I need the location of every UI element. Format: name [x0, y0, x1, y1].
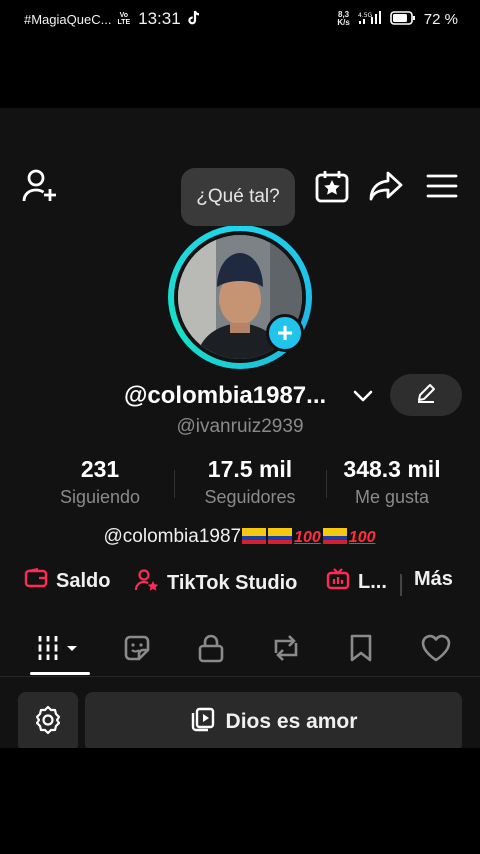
svg-text:4.5G: 4.5G [358, 12, 373, 19]
more-label: Más [414, 568, 453, 590]
net-speed: 8,3 K/s [337, 10, 350, 27]
calendar-star-icon[interactable] [312, 168, 352, 204]
colombia-flag-emoji [268, 528, 293, 544]
tiktok-studio-label: TikTok Studio [167, 571, 298, 594]
stat-value: 348.3 mil [343, 456, 441, 482]
saldo-link[interactable]: Saldo [24, 568, 110, 594]
playlist-label: Dios es amor [225, 710, 358, 733]
status-bubble[interactable]: ¿Qué tal? [181, 168, 295, 226]
wallet-icon [24, 568, 48, 594]
tab-private[interactable] [181, 630, 241, 670]
clock: 13:31 [138, 9, 181, 28]
links-divider [400, 574, 402, 596]
battery-level: 72 % [423, 10, 458, 28]
profile-stats: 231 Siguiendo 17.5 mil Seguidores 348.3 … [0, 456, 480, 512]
status-bar: #MagiaQueC... Vo LTE 13:31 8,3 K/s 4.5G 72… [0, 0, 480, 38]
share-icon[interactable] [366, 168, 406, 204]
stat-value: 17.5 mil [207, 456, 293, 482]
sticker-icon [122, 633, 152, 668]
bookmark-icon [349, 633, 373, 668]
active-tab-indicator [30, 672, 90, 675]
profile-tabs [0, 624, 480, 676]
hundred-points-emoji: 100 [348, 529, 376, 546]
bio-text: @colombia1987 [103, 526, 242, 547]
display-name[interactable]: @colombia1987... [124, 382, 326, 410]
stat-value: 231 [80, 456, 120, 482]
notification-text: #MagiaQueC... [24, 11, 112, 27]
tiktok-notification-icon [187, 10, 201, 29]
tab-videos[interactable] [30, 630, 90, 670]
more-link[interactable]: Más [414, 568, 453, 591]
playlist-button[interactable]: Dios es amor [85, 692, 462, 748]
tiktok-studio-link[interactable]: TikTok Studio [134, 568, 298, 598]
tab-reposts[interactable] [256, 630, 316, 670]
edit-profile-button[interactable] [390, 374, 462, 416]
settings-button[interactable] [18, 692, 78, 748]
chevron-down-icon[interactable] [352, 388, 374, 409]
lock-icon [197, 633, 225, 668]
pencil-icon [415, 382, 437, 409]
heart-icon [420, 634, 452, 667]
tab-favorites[interactable] [331, 630, 391, 670]
colombia-flag-emoji [322, 528, 347, 544]
tab-stickers[interactable] [107, 630, 167, 670]
grid-icon [36, 634, 84, 667]
saldo-label: Saldo [56, 569, 111, 592]
signal-icon: 4.5G [358, 10, 382, 28]
battery-icon [389, 10, 416, 28]
tabs-divider [0, 676, 480, 677]
stat-following[interactable]: 231 Siguiendo [40, 456, 160, 508]
stat-label: Me gusta [354, 487, 430, 507]
live-label: L... [358, 570, 387, 593]
volte-indicator: Vo LTE [117, 12, 131, 26]
stat-label: Siguiendo [59, 487, 141, 507]
hamburger-menu-icon[interactable] [422, 168, 462, 204]
colombia-flag-emoji [242, 528, 267, 544]
username: @ivanruiz2939 [176, 416, 304, 437]
repost-icon [270, 633, 302, 668]
bio: @colombia1987 100 100 [0, 526, 480, 548]
user-star-icon [134, 568, 159, 598]
stat-likes[interactable]: 348.3 mil Me gusta [328, 456, 456, 508]
stat-label: Seguidores [204, 487, 296, 507]
live-link[interactable]: L... [326, 568, 387, 596]
tab-liked[interactable] [406, 630, 466, 670]
gear-icon [33, 705, 63, 740]
playlist-icon [190, 706, 216, 738]
hundred-points-emoji: 100 [294, 529, 321, 546]
profile-screen: + ¿Qué tal? @colombia1987... @ivanruiz29… [0, 108, 480, 748]
profile-links: Saldo TikTok Studio L... Más [0, 568, 480, 600]
stat-followers[interactable]: 17.5 mil Seguidores [186, 456, 314, 508]
tv-live-icon [326, 568, 350, 596]
add-story-button[interactable]: + [266, 314, 304, 352]
add-user-icon[interactable] [20, 168, 60, 204]
